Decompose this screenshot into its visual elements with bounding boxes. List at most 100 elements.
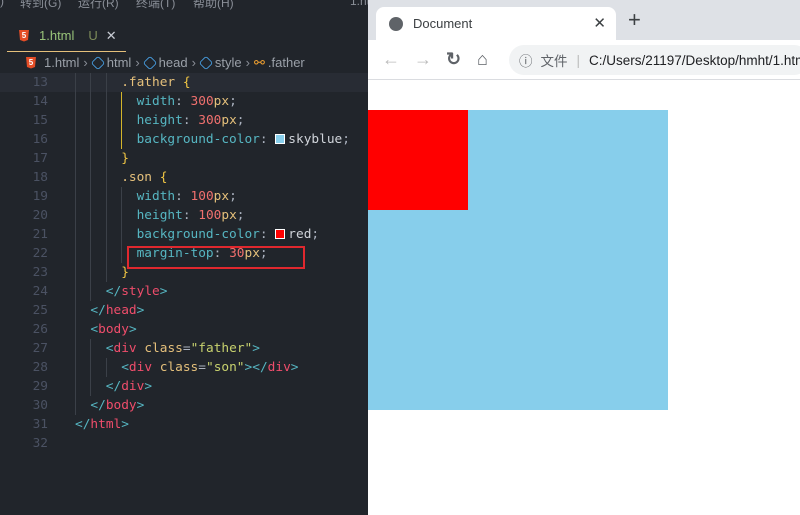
son-box [368,110,468,210]
code-token: height [136,208,183,223]
code-line[interactable]: 29 </div> [0,377,368,396]
code-token: px [213,94,230,109]
line-number: 21 [32,227,48,242]
code-token: ; [236,113,245,128]
line-number: 31 [32,417,48,432]
close-tab-icon[interactable]: ✕ [593,14,606,32]
menu-item[interactable]: ) [0,0,4,8]
code-token: .father [121,75,176,90]
address-bar[interactable]: ⓘ 文件 | C:/Users/21197/Desktop/hmht/1.htm… [509,45,800,75]
indent-guide [105,206,107,225]
menu-terminal[interactable]: 终端(T) [136,0,175,11]
code-token: head [105,303,137,318]
breadcrumb-html[interactable]: html [107,55,132,70]
code-token: </ [105,284,122,299]
indent-guide [105,111,107,130]
code-token: > [136,303,145,318]
code-text: height: 300px; [137,111,245,130]
indent-guide [90,263,92,282]
indent-guide [75,206,76,225]
code-text: .father { [121,73,190,92]
indent-guide [90,187,92,206]
breadcrumb-style[interactable]: style [215,55,242,70]
code-token: px [213,189,230,204]
url-text[interactable]: C:/Users/21197/Desktop/hmht/1.html [589,53,800,68]
code-line[interactable]: 17} [0,149,368,168]
indent-guide [90,168,92,187]
reload-icon[interactable]: ↻ [446,49,461,69]
code-text: </style> [106,282,168,301]
code-token: > [159,284,168,299]
home-icon[interactable]: ⌂ [477,49,488,69]
indent-guide [121,187,123,206]
indent-guide [90,358,92,377]
code-token: < [121,360,129,375]
code-token: background-color [136,227,260,242]
menu-go[interactable]: 转到(G) [20,0,61,11]
code-token: > [121,417,129,432]
code-token: body [98,322,129,337]
menu-help[interactable]: 帮助(H) [193,0,234,11]
breadcrumb-file[interactable]: 1.html [44,55,79,70]
breadcrumb-head[interactable]: head [159,55,188,70]
globe-icon [389,16,403,31]
editor-tab-1-html[interactable]: 5 1.html U ✕ [7,20,126,52]
close-icon[interactable]: ✕ [106,28,117,44]
back-icon[interactable]: ← [382,49,400,69]
code-line[interactable]: 16 background-color: skyblue; [0,130,368,149]
code-line[interactable]: 19 width: 100px; [0,187,368,206]
browser-tab-document[interactable]: Document ✕ [376,7,616,40]
code-line[interactable]: 30 </body> [0,396,368,415]
indent-guide [75,187,76,206]
code-token: div [113,341,137,356]
menu-run[interactable]: 运行(R) [78,0,119,11]
line-number: 25 [32,303,48,318]
code-text: </head> [90,301,144,320]
line-number: 26 [32,322,48,337]
indent-guide [121,244,123,263]
code-token: px [221,113,237,128]
code-token: ; [229,94,237,109]
breadcrumb-father[interactable]: .father [268,55,305,70]
code-text: .son { [121,168,167,187]
code-token: : [182,208,199,223]
code-line[interactable]: 26 <body> [0,320,368,339]
code-line[interactable]: 25 </head> [0,301,368,320]
code-text: <div class="son"></div> [121,358,298,377]
code-text: </html> [75,415,129,434]
code-line[interactable]: 13 .father { [0,73,368,92]
code-line[interactable]: 32 [0,434,368,453]
browser-tab-strip: Document ✕ + [368,0,800,40]
code-token: div [121,379,145,394]
code-text: width: 100px; [137,187,237,206]
code-line[interactable]: 31 </html> [0,415,368,434]
indent-guide [90,282,92,301]
code-line[interactable]: 27 <div class="father"> [0,339,368,358]
info-icon[interactable]: ⓘ [519,50,533,70]
code-token: style [121,284,160,299]
code-line[interactable]: 28 <div class="son"></div> [0,358,368,377]
color-swatch[interactable] [275,229,286,239]
code-line[interactable]: 14 width: 300px; [0,92,368,111]
code-line[interactable]: 18 .son { [0,168,368,187]
indent-guide [105,92,107,111]
code-line[interactable]: 24 </style> [0,282,368,301]
line-number: 28 [32,360,48,375]
code-line[interactable]: 21 background-color: red; [0,225,368,244]
code-line[interactable]: 20 height: 100px; [0,206,368,225]
indent-guide [75,320,76,339]
indent-guide [90,149,92,168]
forward-icon[interactable]: → [414,49,432,69]
new-tab-button[interactable]: + [628,9,641,31]
indent-guide [75,168,76,187]
indent-guide [90,130,92,149]
line-number: 20 [32,208,48,223]
chevron-right-icon: › [191,55,196,70]
code-text: width: 300px; [137,92,237,111]
color-swatch[interactable] [275,134,286,144]
code-token: body [105,398,137,413]
code-text: background-color: skyblue; [137,130,350,149]
tab-title: Document [413,16,473,31]
indent-guide [90,377,92,396]
code-line[interactable]: 15 height: 300px; [0,111,368,130]
